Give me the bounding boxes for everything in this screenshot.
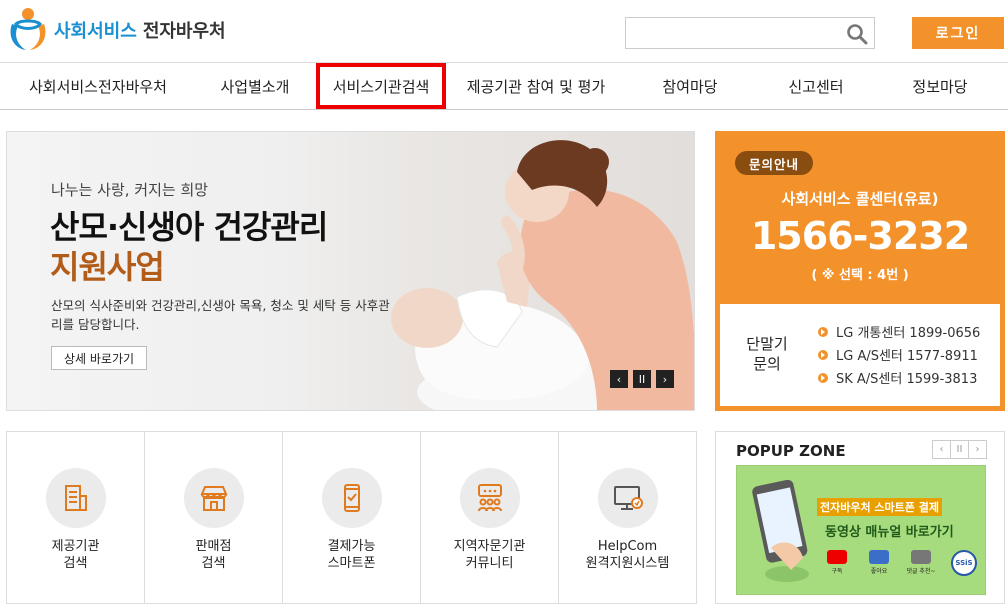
nav-item-report-center[interactable]: 신고센터 [766,63,866,109]
phone-illustration-icon [752,479,809,582]
monitor-icon [613,486,643,510]
nav-item-info[interactable]: 정보마당 [890,63,990,109]
building-icon [64,485,87,511]
arrow-bullet-icon [818,349,828,360]
nav-item-business-intro[interactable]: 사업별소개 [205,63,305,109]
hero-prev-button[interactable]: ‹ [610,370,628,388]
community-icon [477,484,502,512]
popup-next-button[interactable]: › [968,440,987,459]
popup-banner-headline: 전자바우처 스마트폰 결제 [817,498,942,516]
smartphone-icon [343,484,360,512]
quick-link-label: 판매점 검색 [195,539,232,571]
call-center-option: ( ※ 선택 : 4번 ) [811,268,909,283]
site-logo[interactable]: 사회서비스 전자바우처 [6,6,226,54]
popup-banner-icons: 구독 좋아요 댓글 추천~ [822,550,948,575]
nav-item-participation[interactable]: 참여마당 [640,63,740,109]
call-center-name: 사회서비스 콜센터(유료) [781,190,939,208]
arrow-bullet-icon [818,326,828,337]
comment-icon: 댓글 추천~ [906,550,936,575]
popup-banner-subline: 동영상 매뉴얼 바로가기 [825,525,954,540]
popup-zone-title: POPUP ZONE [736,442,846,460]
contact-badge: 문의안내 [735,151,814,175]
logo-text-secondary: 전자바우처 [142,21,226,42]
quick-link-store-search[interactable]: 판매점 검색 [145,432,283,603]
hero-title-highlight: 지원사업 [50,248,165,286]
nav-item-service-search[interactable]: 서비스기관검색 [316,63,446,109]
quick-links: 제공기관 검색 판매점 검색 결제가능 스마트폰 지역자문기관 커뮤니티 Hel… [6,431,697,604]
search-box [625,17,875,49]
hero-banner: 나누는 사랑, 커지는 희망 산모·신생아 건강관리 지원사업 산모의 식사준비… [6,131,695,411]
subscribe-icon: 구독 [822,550,852,575]
device-inquiry-list: LG 개통센터 1899-0656 LG A/S센터 1577-8911 SK … [818,320,980,389]
popup-banner[interactable]: 전자바우처 스마트폰 결제 동영상 매뉴얼 바로가기 구독 좋아요 댓글 추천~… [736,465,986,595]
hero-pause-button[interactable]: II [633,370,651,388]
ssis-logo: SSiS [951,550,977,576]
quick-link-helpcom[interactable]: HelpCom 원격지원시스템 [559,432,696,603]
like-icon: 좋아요 [864,550,894,575]
popup-pause-button[interactable]: II [950,440,969,459]
store-icon [199,486,228,511]
popup-controls: ‹ II › [932,440,987,459]
nav-item-provider-evaluation[interactable]: 제공기관 참여 및 평가 [458,63,614,109]
list-item: SK A/S센터 1599-3813 [818,366,980,389]
search-input[interactable] [626,18,836,48]
quick-link-provider-search[interactable]: 제공기관 검색 [7,432,145,603]
quick-link-label: HelpCom 원격지원시스템 [585,539,670,571]
device-inquiry-box: 단말기 문의 LG 개통센터 1899-0656 LG A/S센터 1577-8… [720,304,1000,406]
header: 사회서비스 전자바우처 로그인 [0,0,1008,62]
logo-icon [10,8,46,50]
quick-link-community[interactable]: 지역자문기관 커뮤니티 [421,432,559,603]
hero-detail-button[interactable]: 상세 바로가기 [51,346,147,370]
search-icon[interactable] [846,23,868,45]
arrow-bullet-icon [818,372,828,383]
popup-prev-button[interactable]: ‹ [932,440,951,459]
login-button[interactable]: 로그인 [912,17,1004,49]
quick-link-label: 제공기관 검색 [51,539,100,571]
popup-zone: POPUP ZONE ‹ II › 전자바우처 스마트폰 결제 동영상 매뉴얼 … [715,431,1005,604]
device-inquiry-label: 단말기 문의 [746,335,788,373]
list-item: LG A/S센터 1577-8911 [818,343,980,366]
list-item: LG 개통센터 1899-0656 [818,320,980,343]
hero-next-button[interactable]: › [656,370,674,388]
hero-description: 산모의 식사준비와 건강관리,신생아 목욕, 청소 및 세탁 등 사후관리를 담… [51,298,390,332]
main-nav: 사회서비스전자바우처 사업별소개 서비스기관검색 제공기관 참여 및 평가 참여… [0,62,1008,110]
quick-link-label: 지역자문기관 커뮤니티 [453,539,526,571]
call-center-number: 1566-3232 [750,214,970,258]
logo-text-primary: 사회서비스 [54,21,137,42]
hero-subtitle: 나누는 사랑, 커지는 희망 [51,181,209,199]
quick-link-smartphone[interactable]: 결제가능 스마트폰 [283,432,421,603]
quick-link-label: 결제가능 스마트폰 [327,539,376,571]
contact-panel: 문의안내 사회서비스 콜센터(유료) 1566-3232 ( ※ 선택 : 4번… [715,131,1005,411]
nav-item-voucher[interactable]: 사회서비스전자바우처 [10,63,186,109]
